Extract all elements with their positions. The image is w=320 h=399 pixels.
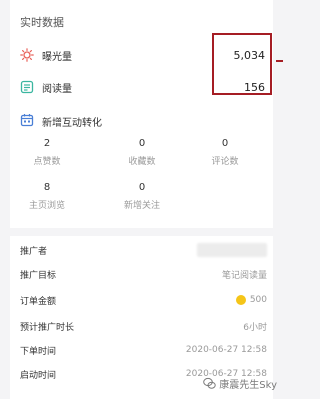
detail-value: 500 [249,295,267,305]
wechat-icon [203,377,216,390]
detail-row-amount: 订单金额 500 [20,292,267,308]
stat-value: 2 [43,138,51,149]
interaction-header: 新增互动转化 [20,112,102,131]
blurred-promoter-name [197,243,267,257]
stat-value: 0 [138,182,146,193]
coin-icon [235,295,246,305]
interaction-title: 新增互动转化 [42,118,102,129]
highlight-box [212,33,272,95]
detail-value: 2020-06-27 12:58 [185,345,267,355]
stat-value: 0 [138,138,146,149]
detail-value: 6小时 [243,322,267,333]
pointer-mark [276,60,283,62]
stat-likes: 2 点赞数 [17,138,77,167]
section-title: 实时数据 [20,16,64,29]
detail-row-duration: 预计推广时长 6小时 [20,318,267,334]
watermark-text: 康震先生Sky [219,380,277,391]
stat-profile-views: 8 主页浏览 [17,182,77,211]
reading-icon [20,80,34,94]
stat-label: 收藏数 [128,157,156,167]
sun-icon [20,48,34,62]
detail-row-order-time: 下单时间 2020-06-27 12:58 [20,342,267,358]
stat-value: 8 [43,182,51,193]
detail-key: 启动时间 [20,370,57,381]
detail-row-promoter: 推广者 [20,242,267,258]
watermark: 康震先生Sky [203,376,277,391]
detail-row-target: 推广目标 笔记阅读量 [20,266,267,282]
detail-key: 推广者 [20,246,48,257]
stat-label: 新增关注 [123,201,160,211]
metric-label: 曝光量 [42,51,72,63]
detail-key: 订单金额 [20,296,57,307]
order-details-card: 推广者 推广目标 笔记阅读量 订单金额 500 预计推广时长 6小时 下单时间 … [10,236,273,399]
stat-label: 点赞数 [33,157,61,167]
stat-new-follows: 0 新增关注 [112,182,172,211]
calendar-icon [20,112,34,131]
detail-value-wrapper: 500 [235,295,267,305]
detail-key: 下单时间 [20,346,57,357]
stat-label: 评论数 [211,157,239,167]
stat-comments: 0 评论数 [195,138,255,167]
metric-label: 阅读量 [42,83,72,95]
stat-label: 主页浏览 [28,201,65,211]
realtime-data-card: 实时数据 曝光量 5,034 阅读量 156 新增互动转化 2 点赞数 0 收藏… [10,0,273,228]
detail-value: 笔记阅读量 [221,270,267,281]
stat-value: 0 [221,138,229,149]
detail-key: 预计推广时长 [20,322,75,333]
stat-favorites: 0 收藏数 [112,138,172,167]
detail-key: 推广目标 [20,270,57,281]
